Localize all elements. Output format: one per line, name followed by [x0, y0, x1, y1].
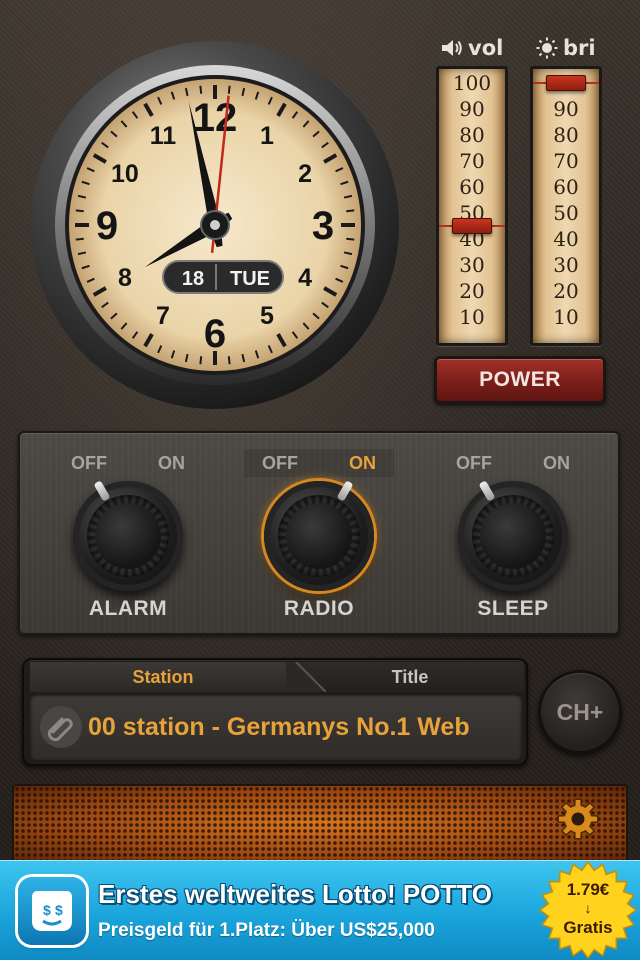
brightness-slider[interactable]: 100908070605040302010: [530, 66, 602, 346]
brightness-header: bri: [535, 34, 596, 62]
tab-title[interactable]: Title: [296, 662, 524, 692]
scale-number: 10: [459, 305, 485, 329]
ad-subline: Preisgeld für 1.Platz: Über US$25,000: [98, 920, 435, 941]
radio-knob-group: OFF ON RADIO: [244, 445, 394, 630]
down-arrow-icon: ↓: [584, 900, 592, 916]
volume-slider[interactable]: 100 90 80 70 60 50 40 30 20 10: [436, 66, 508, 346]
date-weekday: TUE: [230, 268, 270, 290]
sleep-on-label: ON: [543, 452, 570, 473]
slider-thumb[interactable]: [452, 218, 492, 234]
radio-on-label: ON: [349, 452, 376, 473]
scale-number: 20: [553, 279, 579, 303]
alarm-off-label: OFF: [71, 452, 107, 473]
channel-next-button[interactable]: CH+: [538, 670, 622, 754]
radio-knob[interactable]: [264, 481, 374, 591]
clock-numeral: 10: [111, 160, 139, 188]
radio-label: RADIO: [283, 597, 355, 620]
clock-hub-cap: [210, 220, 220, 230]
clock-numeral: 12: [193, 96, 238, 140]
scale-number: 10: [553, 305, 579, 329]
ad-price: 1.79€: [566, 880, 610, 899]
scale-number: 20: [459, 279, 485, 303]
potto-logo: $ $: [18, 877, 86, 945]
alarm-knob[interactable]: [73, 481, 183, 591]
alarm-on-label: ON: [158, 452, 185, 473]
alarm-label: ALARM: [88, 597, 168, 620]
clock-tick: [75, 237, 84, 241]
clock-tick: [75, 209, 84, 213]
power-button[interactable]: POWER: [434, 356, 606, 404]
clock-numeral: 5: [260, 302, 274, 330]
clock-radio-app: 12 1 2 3 4 5 6 7 8 9 10 11 18 TUE vol br…: [0, 0, 640, 960]
clock-numeral: 8: [118, 264, 132, 292]
scale-number: 90: [459, 97, 485, 121]
tab-divider: [286, 662, 326, 692]
speaker-icon: [442, 40, 462, 56]
sleep-off-label: OFF: [456, 452, 492, 473]
clock-numeral: 4: [298, 264, 312, 292]
clock-numeral: 7: [156, 302, 170, 330]
scale-number: 50: [553, 201, 579, 225]
volume-label: vol: [468, 36, 504, 60]
clock-numeral: 3: [312, 204, 334, 248]
sun-icon: [536, 37, 558, 59]
sleep-knob-group: OFF ON SLEEP: [438, 445, 588, 630]
knob-panel: OFF ON ALARM OFF ON RADIO OFF ON SLEEP: [18, 431, 620, 635]
paperclip-icon: [40, 706, 82, 748]
volume-header: vol: [440, 34, 503, 62]
clock-tick: [346, 237, 355, 241]
date-day: 18: [182, 268, 204, 290]
radio-off-label: OFF: [262, 452, 298, 473]
station-info-panel: Station Title 00 station - Germanys No.1…: [22, 658, 528, 766]
clock-tick: [227, 356, 231, 365]
scale-number: 80: [553, 123, 579, 147]
clock-tick: [346, 209, 355, 213]
clock-tick: [199, 85, 203, 94]
clock-numeral: 6: [204, 312, 226, 356]
analog-clock: 12 1 2 3 4 5 6 7 8 9 10 11 18 TUE: [30, 40, 400, 410]
clock-tick: [227, 85, 231, 94]
scale-number: 40: [553, 227, 579, 251]
alarm-knob-group: OFF ON ALARM: [53, 445, 203, 630]
scale-number: 30: [459, 253, 485, 277]
ad-cta: Gratis: [563, 918, 613, 937]
station-text: 00 station - Germanys No.1 Web: [88, 712, 470, 741]
scale-number: 100: [452, 71, 492, 95]
clock-numeral: 11: [150, 122, 177, 150]
svg-text:$: $: [55, 902, 63, 918]
sleep-label: SLEEP: [477, 597, 549, 620]
ad-headline: Erstes weltweites Lotto! POTTO: [98, 879, 492, 909]
scale-number: 90: [553, 97, 579, 121]
svg-text:$: $: [43, 902, 51, 918]
station-marquee: 00 station - Germanys No.1 Web: [30, 694, 522, 760]
scale-number: 70: [553, 149, 579, 173]
scale-number: 70: [459, 149, 485, 173]
clock-tick: [199, 356, 203, 365]
gear-icon[interactable]: [555, 796, 601, 842]
slider-thumb[interactable]: [546, 75, 586, 91]
scale-number: 80: [459, 123, 485, 147]
sleep-knob[interactable]: [458, 481, 568, 591]
speaker-grille: [12, 784, 628, 864]
ad-price-badge[interactable]: 1.79€ ↓ Gratis: [538, 860, 638, 960]
clock-face: 12 1234567891011 18 TUE: [31, 41, 399, 409]
scale-number: 60: [553, 175, 579, 199]
scale-number: 60: [459, 175, 485, 199]
clock-numeral: 1: [260, 122, 274, 150]
scale-number: 30: [553, 253, 579, 277]
clock-numeral: 2: [298, 160, 312, 188]
date-display: 18 TUE: [162, 260, 284, 294]
brightness-label: bri: [563, 36, 596, 60]
tab-station[interactable]: Station: [30, 662, 296, 692]
clock-numeral: 9: [96, 204, 118, 248]
